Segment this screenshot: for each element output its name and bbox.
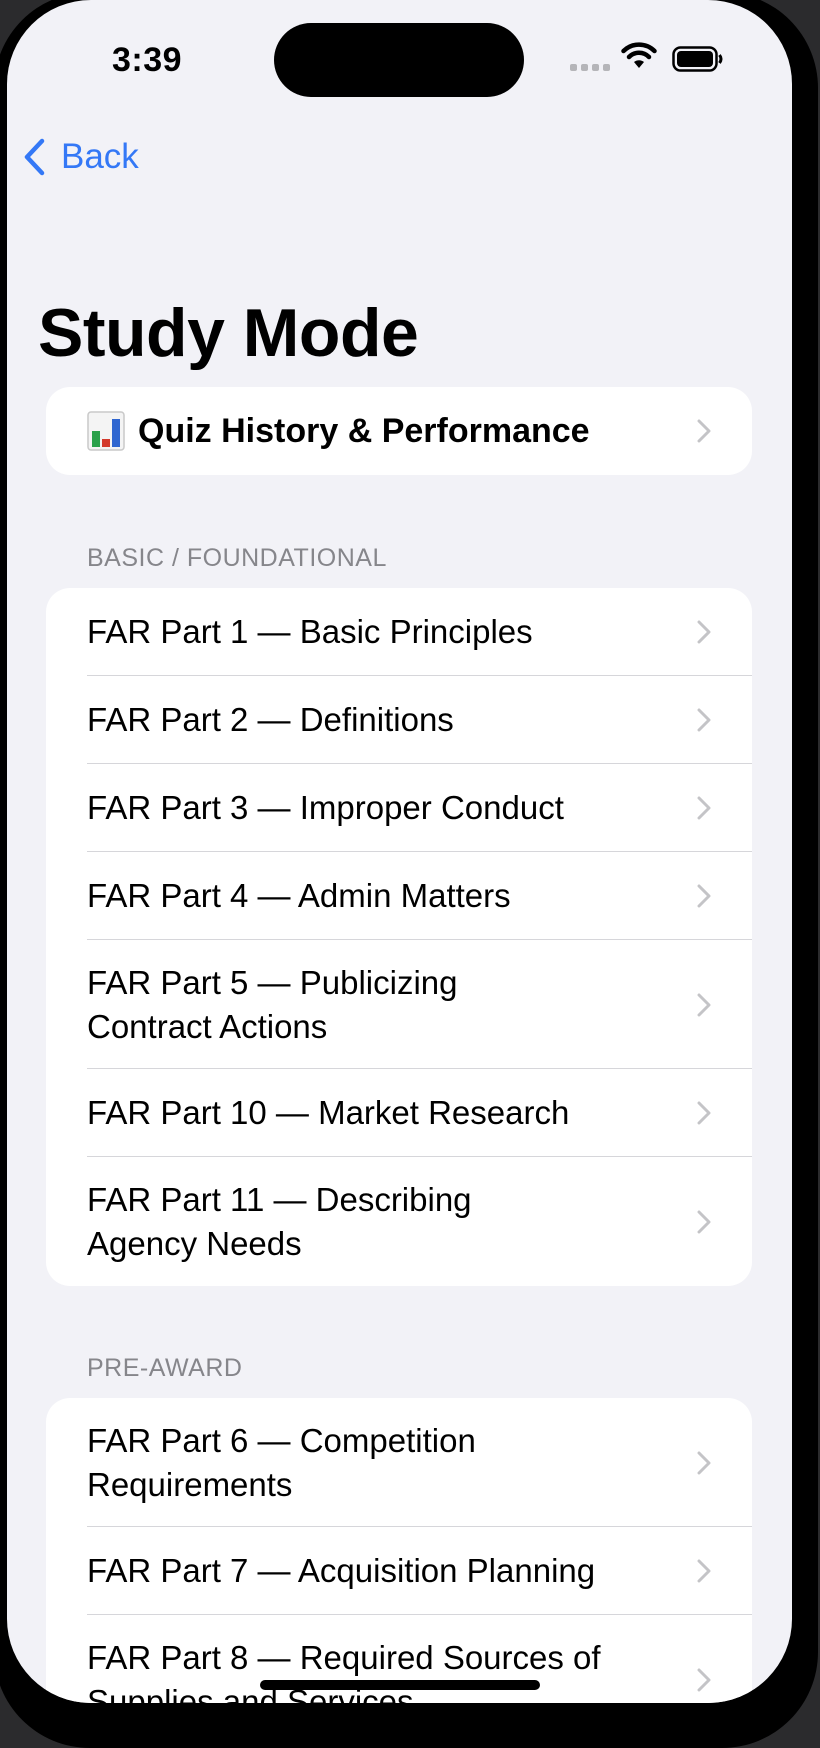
chevron-right-icon — [697, 993, 711, 1016]
back-label: Back — [61, 137, 139, 176]
list-item-far-part-5[interactable]: FAR Part 5 — Publicizing Contract Action… — [46, 940, 752, 1069]
chevron-right-icon — [697, 884, 711, 908]
chevron-right-icon — [697, 708, 711, 732]
pre-award-list: FAR Part 6 — Competition Requirements FA… — [46, 1398, 752, 1703]
battery-icon — [672, 46, 723, 72]
home-indicator[interactable] — [260, 1680, 540, 1690]
chevron-right-icon — [697, 1451, 711, 1474]
list-item-label: FAR Part 2 — Definitions — [87, 701, 454, 738]
status-bar: 3:39 — [7, 0, 792, 120]
list-item-label: FAR Part 7 — Acquisition Planning — [87, 1552, 596, 1589]
basic-foundational-list: FAR Part 1 — Basic Principles FAR Part 2… — [46, 588, 752, 1286]
quiz-history-row[interactable]: Quiz History & Performance — [46, 387, 752, 475]
page-title: Study Mode — [38, 295, 419, 371]
list-item-label: FAR Part 1 — Basic Principles — [87, 613, 533, 650]
quiz-history-label: Quiz History & Performance — [138, 411, 590, 450]
list-item-far-part-11[interactable]: FAR Part 11 — Describing Agency Needs — [46, 1157, 752, 1286]
list-item-label: FAR Part 8 — Required Sources of Supplie… — [87, 1638, 601, 1704]
list-item-label: FAR Part 3 — Improper Conduct — [87, 789, 564, 826]
list-item-far-part-3[interactable]: FAR Part 3 — Improper Conduct — [46, 764, 752, 852]
chevron-right-icon — [697, 419, 711, 443]
back-button[interactable]: Back — [23, 129, 139, 185]
section-header-basic: BASIC / FOUNDATIONAL — [87, 544, 387, 572]
list-item-label: FAR Part 4 — Admin Matters — [87, 877, 511, 914]
list-item-far-part-4[interactable]: FAR Part 4 — Admin Matters — [46, 852, 752, 940]
list-item-label: FAR Part 11 — Describing Agency Needs — [87, 1180, 472, 1262]
chevron-right-icon — [697, 1668, 711, 1691]
list-item-far-part-6[interactable]: FAR Part 6 — Competition Requirements — [46, 1398, 752, 1527]
chevron-left-icon — [24, 138, 45, 176]
list-item-far-part-1[interactable]: FAR Part 1 — Basic Principles — [46, 588, 752, 676]
list-item-label: FAR Part 5 — Publicizing Contract Action… — [87, 963, 458, 1045]
list-item-far-part-7[interactable]: FAR Part 7 — Acquisition Planning — [46, 1527, 752, 1615]
chevron-right-icon — [697, 1559, 711, 1583]
list-item-label: FAR Part 6 — Competition Requirements — [87, 1421, 476, 1503]
list-item-label: FAR Part 10 — Market Research — [87, 1094, 570, 1131]
device-frame: 3:39 Back Study Mode Quiz History & Perf… — [0, 0, 818, 1748]
chevron-right-icon — [697, 1101, 711, 1125]
section-header-pre-award: PRE-AWARD — [87, 1354, 243, 1382]
bar-chart-icon — [87, 411, 125, 451]
dynamic-island — [274, 23, 524, 97]
chevron-right-icon — [697, 620, 711, 644]
list-item-far-part-2[interactable]: FAR Part 2 — Definitions — [46, 676, 752, 764]
cellular-signal-icon — [570, 64, 610, 71]
wifi-icon — [621, 42, 657, 68]
status-time: 3:39 — [112, 41, 183, 79]
chevron-right-icon — [697, 1210, 711, 1233]
chevron-right-icon — [697, 796, 711, 820]
list-item-far-part-10[interactable]: FAR Part 10 — Market Research — [46, 1069, 752, 1157]
screen: 3:39 Back Study Mode Quiz History & Perf… — [7, 0, 792, 1703]
